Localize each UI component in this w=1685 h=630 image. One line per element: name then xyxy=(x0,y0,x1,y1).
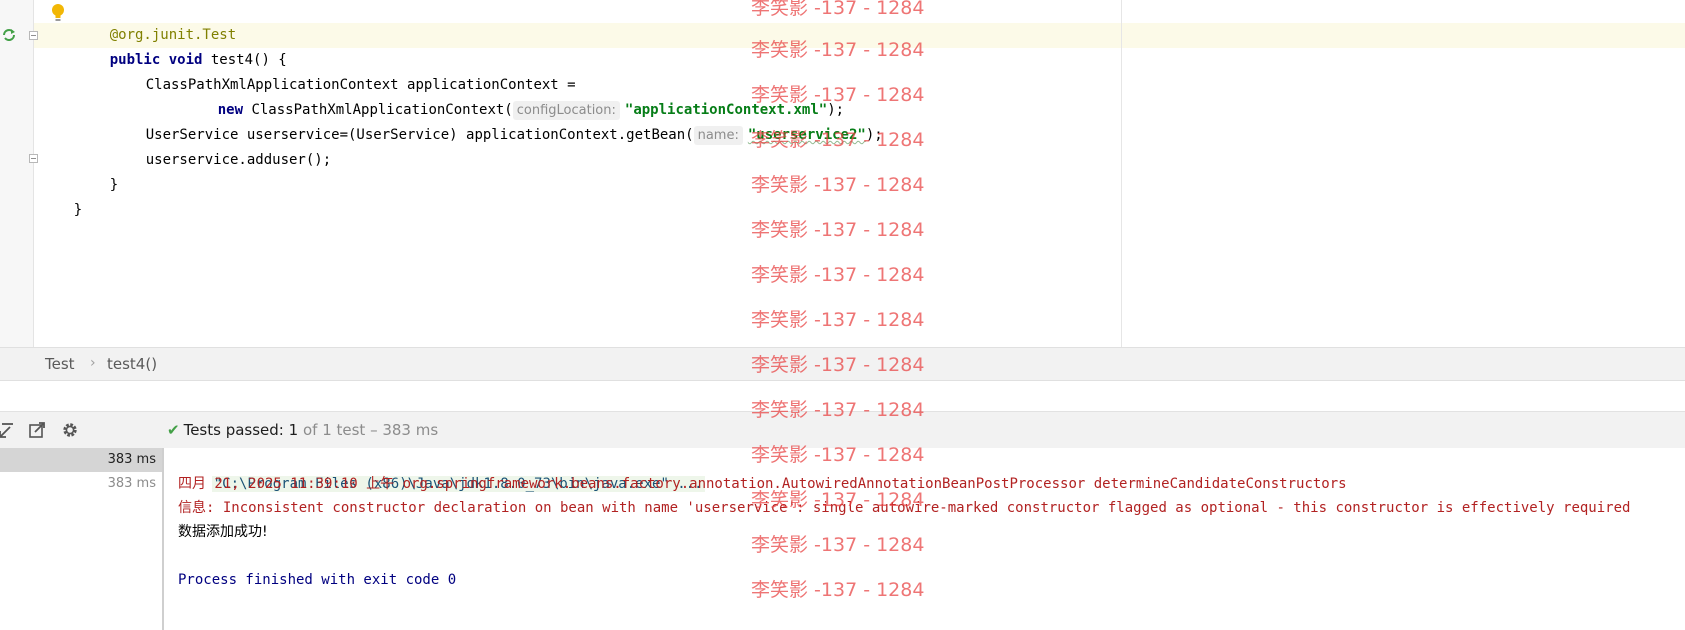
code-line-method-close[interactable]: } xyxy=(76,148,118,193)
lightbulb-icon[interactable] xyxy=(51,3,65,23)
breadcrumb: Test › test4() xyxy=(0,347,1685,381)
console-line-command: "C:\Program Files (x86)\Java\jdk1.8.0_73… xyxy=(178,448,705,492)
tree-row-test[interactable]: 383 ms xyxy=(0,472,162,496)
console-line-exit: Process finished with exit code 0 xyxy=(178,572,457,588)
fold-icon[interactable] xyxy=(29,31,38,40)
code-line-context-decl[interactable]: ClassPathXmlApplicationContext applicati… xyxy=(112,48,576,93)
code-line-class-close[interactable]: } xyxy=(40,173,82,218)
code-line-method-signature[interactable]: public void test4() { xyxy=(76,23,287,68)
tree-row-duration: 383 ms xyxy=(107,476,156,491)
gear-icon[interactable] xyxy=(61,421,79,439)
parameter-hint: name: xyxy=(693,126,743,145)
tree-row-duration: 383 ms xyxy=(107,452,156,467)
breadcrumb-item-method[interactable]: test4() xyxy=(107,355,157,373)
status-prefix: Tests passed: xyxy=(183,421,284,439)
panel-spacer xyxy=(0,381,1685,411)
console-line-log-info: 信息: Inconsistent constructor declaration… xyxy=(178,500,1631,516)
code-editor[interactable]: @org.junit.Test public void test4() { Cl… xyxy=(0,0,1685,347)
status-count: 1 xyxy=(288,421,299,439)
status-suffix: of 1 test – 383 ms xyxy=(302,421,439,439)
tree-row-root[interactable]: 383 ms xyxy=(0,448,162,472)
right-margin-guide xyxy=(1121,0,1122,347)
console-line-log-header: 四月 21, 2025 11:39:10 上午 org.springframew… xyxy=(178,476,1347,492)
code-text: } xyxy=(109,177,119,193)
check-icon: ✔ xyxy=(167,421,180,439)
run-toolbar: ✔ Tests passed: 1 of 1 test – 383 ms xyxy=(0,411,1685,449)
code-text: ); xyxy=(865,127,883,143)
console-output[interactable]: "C:\Program Files (x86)\Java\jdk1.8.0_73… xyxy=(164,448,1685,630)
code-line-adduser[interactable]: userservice.adduser(); xyxy=(112,123,331,168)
code-line-annotation[interactable]: @org.junit.Test xyxy=(76,0,236,43)
code-line-context-new[interactable]: new ClassPathXmlApplicationContext(confi… xyxy=(184,73,844,120)
breadcrumb-separator: › xyxy=(90,355,96,371)
string-token: "userservice2" xyxy=(747,127,866,143)
breadcrumb-item-class[interactable]: Test xyxy=(45,355,75,373)
collapse-icon[interactable] xyxy=(0,421,16,439)
test-status: ✔ Tests passed: 1 of 1 test – 383 ms xyxy=(167,421,438,439)
export-icon[interactable] xyxy=(28,421,46,439)
fold-icon[interactable] xyxy=(29,154,38,163)
code-text: userservice.adduser(); xyxy=(145,152,332,168)
test-tree[interactable]: 383 ms 383 ms xyxy=(0,448,164,630)
code-line-getbean[interactable]: UserService userservice=(UserService) ap… xyxy=(112,98,883,145)
run-test-icon[interactable] xyxy=(2,28,16,42)
code-text: } xyxy=(73,202,83,218)
console-line-output: 数据添加成功! xyxy=(178,524,268,540)
editor-gutter[interactable] xyxy=(0,0,34,347)
